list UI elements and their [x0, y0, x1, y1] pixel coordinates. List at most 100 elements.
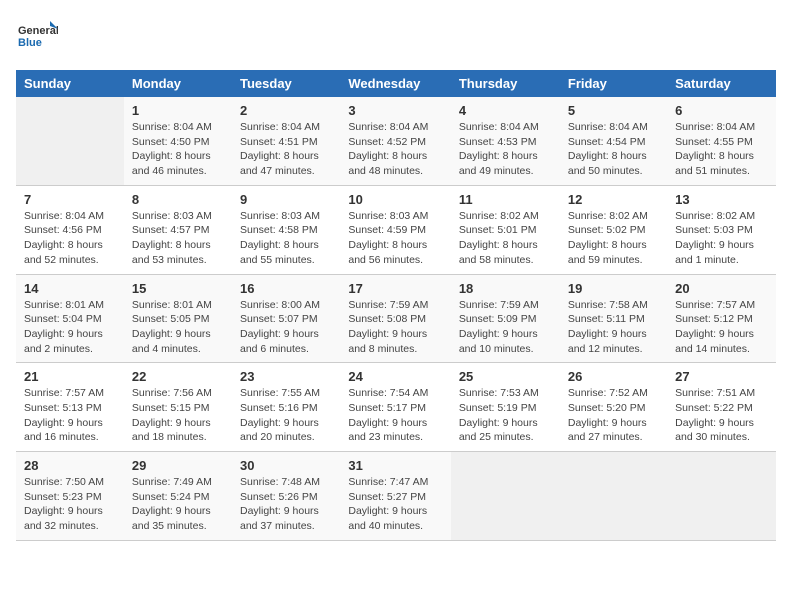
day-number: 26	[568, 369, 659, 384]
day-number: 11	[459, 192, 552, 207]
week-row-3: 14Sunrise: 8:01 AMSunset: 5:04 PMDayligh…	[16, 274, 776, 363]
svg-text:General: General	[18, 25, 58, 37]
calendar-cell: 31 Sunrise: 7:47 AMSunset: 5:27 PMDayligh…	[340, 452, 450, 541]
day-number: 3	[348, 103, 442, 118]
calendar-cell: 2 Sunrise: 8:04 AMSunset: 4:51 PMDaylight…	[232, 97, 340, 185]
header-saturday: Saturday	[667, 70, 776, 97]
calendar-cell: 3 Sunrise: 8:04 AMSunset: 4:52 PMDaylight…	[340, 97, 450, 185]
day-info: Sunrise: 8:04 AMSunset: 4:51 PMDaylight:…	[240, 120, 332, 179]
day-info: Sunrise: 8:04 AMSunset: 4:54 PMDaylight:…	[568, 120, 659, 179]
day-number: 27	[675, 369, 768, 384]
day-number: 5	[568, 103, 659, 118]
day-number: 30	[240, 458, 332, 473]
day-number: 24	[348, 369, 442, 384]
day-number: 6	[675, 103, 768, 118]
day-info: Sunrise: 7:54 AMSunset: 5:17 PMDaylight:…	[348, 386, 442, 445]
calendar-table: SundayMondayTuesdayWednesdayThursdayFrid…	[16, 70, 776, 541]
day-number: 31	[348, 458, 442, 473]
day-number: 25	[459, 369, 552, 384]
day-number: 22	[132, 369, 224, 384]
calendar-cell	[16, 97, 124, 185]
day-number: 29	[132, 458, 224, 473]
day-number: 16	[240, 281, 332, 296]
day-info: Sunrise: 7:51 AMSunset: 5:22 PMDaylight:…	[675, 386, 768, 445]
calendar-cell: 7 Sunrise: 8:04 AMSunset: 4:56 PMDaylight…	[16, 185, 124, 274]
day-number: 2	[240, 103, 332, 118]
calendar-cell: 16 Sunrise: 8:00 AMSunset: 5:07 PMDayligh…	[232, 274, 340, 363]
calendar-cell: 4Sunrise: 8:04 AMSunset: 4:53 PMDaylight…	[451, 97, 560, 185]
week-row-4: 21 Sunrise: 7:57 AMSunset: 5:13 PMDayligh…	[16, 363, 776, 452]
day-number: 19	[568, 281, 659, 296]
calendar-cell: 28 Sunrise: 7:50 AMSunset: 5:23 PMDayligh…	[16, 452, 124, 541]
calendar-cell: 22 Sunrise: 7:56 AMSunset: 5:15 PMDayligh…	[124, 363, 232, 452]
calendar-cell: 12Sunrise: 8:02 AMSunset: 5:02 PMDayligh…	[560, 185, 667, 274]
header-wednesday: Wednesday	[340, 70, 450, 97]
day-info: Sunrise: 7:47 AMSunset: 5:27 PMDaylight:…	[348, 475, 442, 534]
calendar-cell: 8 Sunrise: 8:03 AMSunset: 4:57 PMDaylight…	[124, 185, 232, 274]
day-info: Sunrise: 7:57 AMSunset: 5:12 PMDaylight:…	[675, 298, 768, 357]
calendar-cell: 11Sunrise: 8:02 AMSunset: 5:01 PMDayligh…	[451, 185, 560, 274]
day-info: Sunrise: 7:53 AMSunset: 5:19 PMDaylight:…	[459, 386, 552, 445]
day-number: 10	[348, 192, 442, 207]
header-sunday: Sunday	[16, 70, 124, 97]
calendar-cell: 20 Sunrise: 7:57 AMSunset: 5:12 PMDayligh…	[667, 274, 776, 363]
day-info: Sunrise: 7:59 AMSunset: 5:09 PMDaylight:…	[459, 298, 552, 357]
calendar-cell: 29 Sunrise: 7:49 AMSunset: 5:24 PMDayligh…	[124, 452, 232, 541]
day-number: 21	[24, 369, 116, 384]
day-info: Sunrise: 7:48 AMSunset: 5:26 PMDaylight:…	[240, 475, 332, 534]
day-info: Sunrise: 7:57 AMSunset: 5:13 PMDaylight:…	[24, 386, 116, 445]
day-info: Sunrise: 7:50 AMSunset: 5:23 PMDaylight:…	[24, 475, 116, 534]
calendar-cell: 1Sunrise: 8:04 AMSunset: 4:50 PMDaylight…	[124, 97, 232, 185]
day-info: Sunrise: 7:49 AMSunset: 5:24 PMDaylight:…	[132, 475, 224, 534]
header-row: SundayMondayTuesdayWednesdayThursdayFrid…	[16, 70, 776, 97]
day-number: 28	[24, 458, 116, 473]
header-thursday: Thursday	[451, 70, 560, 97]
day-number: 15	[132, 281, 224, 296]
day-info: Sunrise: 8:03 AMSunset: 4:57 PMDaylight:…	[132, 209, 224, 268]
day-info: Sunrise: 8:04 AMSunset: 4:56 PMDaylight:…	[24, 209, 116, 268]
day-number: 9	[240, 192, 332, 207]
week-row-5: 28 Sunrise: 7:50 AMSunset: 5:23 PMDayligh…	[16, 452, 776, 541]
calendar-cell: 5 Sunrise: 8:04 AMSunset: 4:54 PMDaylight…	[560, 97, 667, 185]
day-number: 17	[348, 281, 442, 296]
day-info: Sunrise: 7:59 AMSunset: 5:08 PMDaylight:…	[348, 298, 442, 357]
logo-svg: General Blue	[16, 16, 58, 58]
day-info: Sunrise: 8:04 AMSunset: 4:53 PMDaylight:…	[459, 120, 552, 179]
day-number: 13	[675, 192, 768, 207]
day-number: 14	[24, 281, 116, 296]
calendar-cell: 17 Sunrise: 7:59 AMSunset: 5:08 PMDayligh…	[340, 274, 450, 363]
week-row-2: 7 Sunrise: 8:04 AMSunset: 4:56 PMDaylight…	[16, 185, 776, 274]
day-info: Sunrise: 7:52 AMSunset: 5:20 PMDaylight:…	[568, 386, 659, 445]
calendar-cell	[560, 452, 667, 541]
day-info: Sunrise: 8:02 AMSunset: 5:03 PMDaylight:…	[675, 209, 768, 268]
logo: General Blue	[16, 16, 58, 58]
calendar-cell: 30 Sunrise: 7:48 AMSunset: 5:26 PMDayligh…	[232, 452, 340, 541]
calendar-cell: 14Sunrise: 8:01 AMSunset: 5:04 PMDayligh…	[16, 274, 124, 363]
day-info: Sunrise: 7:58 AMSunset: 5:11 PMDaylight:…	[568, 298, 659, 357]
day-number: 8	[132, 192, 224, 207]
day-number: 7	[24, 192, 116, 207]
svg-text:Blue: Blue	[18, 37, 42, 49]
calendar-cell	[667, 452, 776, 541]
day-info: Sunrise: 8:04 AMSunset: 4:55 PMDaylight:…	[675, 120, 768, 179]
day-info: Sunrise: 8:04 AMSunset: 4:52 PMDaylight:…	[348, 120, 442, 179]
day-info: Sunrise: 7:56 AMSunset: 5:15 PMDaylight:…	[132, 386, 224, 445]
day-number: 23	[240, 369, 332, 384]
day-number: 18	[459, 281, 552, 296]
calendar-cell	[451, 452, 560, 541]
day-number: 1	[132, 103, 224, 118]
day-info: Sunrise: 8:00 AMSunset: 5:07 PMDaylight:…	[240, 298, 332, 357]
header-monday: Monday	[124, 70, 232, 97]
calendar-cell: 19 Sunrise: 7:58 AMSunset: 5:11 PMDayligh…	[560, 274, 667, 363]
calendar-cell: 25 Sunrise: 7:53 AMSunset: 5:19 PMDayligh…	[451, 363, 560, 452]
header-tuesday: Tuesday	[232, 70, 340, 97]
calendar-cell: 27 Sunrise: 7:51 AMSunset: 5:22 PMDayligh…	[667, 363, 776, 452]
day-number: 20	[675, 281, 768, 296]
calendar-cell: 23Sunrise: 7:55 AMSunset: 5:16 PMDayligh…	[232, 363, 340, 452]
day-info: Sunrise: 8:03 AMSunset: 4:58 PMDaylight:…	[240, 209, 332, 268]
calendar-cell: 9 Sunrise: 8:03 AMSunset: 4:58 PMDaylight…	[232, 185, 340, 274]
header-friday: Friday	[560, 70, 667, 97]
day-info: Sunrise: 8:03 AMSunset: 4:59 PMDaylight:…	[348, 209, 442, 268]
calendar-cell: 24 Sunrise: 7:54 AMSunset: 5:17 PMDayligh…	[340, 363, 450, 452]
calendar-cell: 10 Sunrise: 8:03 AMSunset: 4:59 PMDayligh…	[340, 185, 450, 274]
